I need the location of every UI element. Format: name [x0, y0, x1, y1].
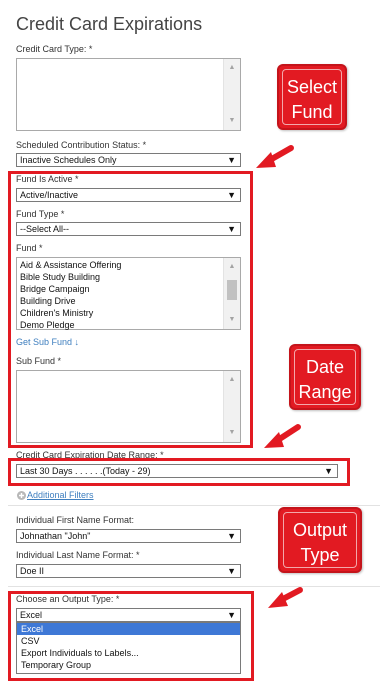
- arrow-icon: [264, 424, 301, 448]
- arrow-icon: [256, 145, 294, 168]
- annotation-arrows: [256, 145, 303, 608]
- arrow-icon: [268, 587, 303, 608]
